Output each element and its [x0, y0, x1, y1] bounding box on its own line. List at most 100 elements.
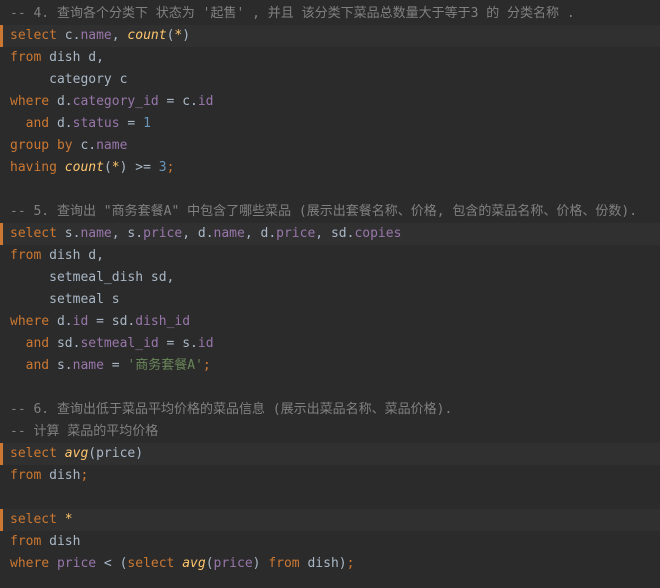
code-token: from — [10, 534, 42, 549]
code-token: = — [103, 358, 128, 373]
code-line[interactable]: having count(*) >= 3; — [0, 157, 660, 179]
code-token: setmeal s — [10, 292, 120, 307]
code-token: category_id — [72, 94, 159, 109]
code-line[interactable] — [0, 487, 660, 509]
code-token: group by — [10, 138, 73, 153]
code-line[interactable]: from dish; — [0, 465, 660, 487]
code-token: having — [10, 160, 57, 175]
code-token: from — [10, 50, 42, 65]
code-token: d. — [49, 116, 73, 131]
code-token: -- 4. 查询各个分类下 状态为 '起售' , 并且 该分类下菜品总数量大于等… — [10, 6, 575, 21]
code-token: name — [72, 358, 104, 373]
code-token: , d. — [182, 226, 214, 241]
code-line[interactable]: -- 计算 菜品的平均价格 — [0, 421, 660, 443]
code-token: and — [25, 116, 50, 131]
code-token: from — [10, 468, 42, 483]
code-line[interactable]: where d.category_id = c.id — [0, 91, 660, 113]
code-token: ; — [202, 358, 211, 373]
code-token: s. — [56, 226, 81, 241]
code-token: dish d, — [41, 50, 104, 65]
code-line[interactable]: where price < (select avg(price) from di… — [0, 553, 660, 575]
code-token: select — [127, 556, 175, 571]
code-line[interactable]: select c.name, count(*) — [0, 25, 660, 47]
code-token: , d. — [244, 226, 277, 241]
code-line[interactable]: and s.name = '商务套餐A'; — [0, 355, 660, 377]
code-token: dish d, — [41, 248, 104, 263]
code-token: name — [80, 226, 112, 241]
code-token: setmeal_dish sd, — [10, 270, 175, 285]
code-line[interactable] — [0, 377, 660, 399]
code-token: copies — [354, 226, 402, 241]
code-token: ( — [103, 160, 112, 175]
code-token: ) — [182, 28, 191, 43]
code-token: id — [197, 336, 214, 351]
code-token: dish_id — [135, 314, 191, 329]
code-token: dish — [41, 468, 81, 483]
code-token: price — [213, 556, 253, 571]
code-line[interactable]: from dish d, — [0, 245, 660, 267]
code-token: * — [64, 512, 73, 527]
statement-marker — [0, 509, 3, 531]
code-line[interactable]: select * — [0, 509, 660, 531]
code-token: price — [276, 226, 316, 241]
code-token: price — [143, 226, 183, 241]
code-line[interactable]: -- 4. 查询各个分类下 状态为 '起售' , 并且 该分类下菜品总数量大于等… — [0, 3, 660, 25]
code-token: from — [268, 556, 300, 571]
code-token: = sd. — [88, 314, 136, 329]
code-token: select — [10, 28, 57, 43]
code-line[interactable]: and d.status = 1 — [0, 113, 660, 135]
code-token: category c — [10, 72, 128, 87]
code-line[interactable]: setmeal s — [0, 289, 660, 311]
code-token: s. — [49, 358, 73, 373]
code-line[interactable]: -- 5. 查询出 "商务套餐A" 中包含了哪些菜品 (展示出套餐名称、价格, … — [0, 201, 660, 223]
code-line[interactable]: from dish — [0, 531, 660, 553]
code-token: avg — [182, 556, 206, 571]
code-token: 1 — [143, 116, 151, 131]
code-token: ; — [346, 556, 355, 571]
code-token: avg — [64, 446, 89, 461]
code-line[interactable]: -- 6. 查询出低于菜品平均价格的菜品信息 (展示出菜品名称、菜品价格). — [0, 399, 660, 421]
code-line[interactable]: setmeal_dish sd, — [0, 267, 660, 289]
code-token: and — [25, 358, 50, 373]
code-token: status — [72, 116, 120, 131]
code-token: where — [10, 556, 50, 571]
code-token: where — [10, 314, 50, 329]
code-line[interactable]: select avg(price) — [0, 443, 660, 465]
code-line[interactable] — [0, 179, 660, 201]
code-line[interactable]: category c — [0, 69, 660, 91]
statement-marker — [0, 223, 3, 245]
code-token: setmeal_id — [80, 336, 159, 351]
code-token: ) >= — [119, 160, 159, 175]
code-token: and — [25, 336, 50, 351]
code-line[interactable]: group by c.name — [0, 135, 660, 157]
code-token: name — [80, 28, 112, 43]
code-token: '商务套餐A' — [127, 358, 203, 373]
code-token: = s. — [158, 336, 198, 351]
code-token: select — [10, 512, 57, 527]
code-editor[interactable]: -- 4. 查询各个分类下 状态为 '起售' , 并且 该分类下菜品总数量大于等… — [0, 0, 660, 588]
code-token: from — [10, 248, 42, 263]
code-token: ; — [166, 160, 175, 175]
code-line[interactable]: from dish d, — [0, 47, 660, 69]
code-token: select — [10, 446, 57, 461]
code-line[interactable]: and sd.setmeal_id = s.id — [0, 333, 660, 355]
code-line[interactable]: select s.name, s.price, d.name, d.price,… — [0, 223, 660, 245]
code-token: d. — [49, 314, 73, 329]
code-token: , s. — [111, 226, 144, 241]
code-token: id — [72, 314, 89, 329]
code-line[interactable]: where d.id = sd.dish_id — [0, 311, 660, 333]
code-token: -- 5. 查询出 "商务套餐A" 中包含了哪些菜品 (展示出套餐名称、价格, … — [10, 204, 638, 219]
code-token: price — [56, 556, 97, 571]
code-token: * — [111, 160, 120, 175]
statement-marker — [0, 443, 3, 465]
code-token: select — [10, 226, 57, 241]
code-token: count — [64, 160, 104, 175]
code-token: where — [10, 94, 50, 109]
code-token: -- 计算 菜品的平均价格 — [10, 424, 159, 439]
